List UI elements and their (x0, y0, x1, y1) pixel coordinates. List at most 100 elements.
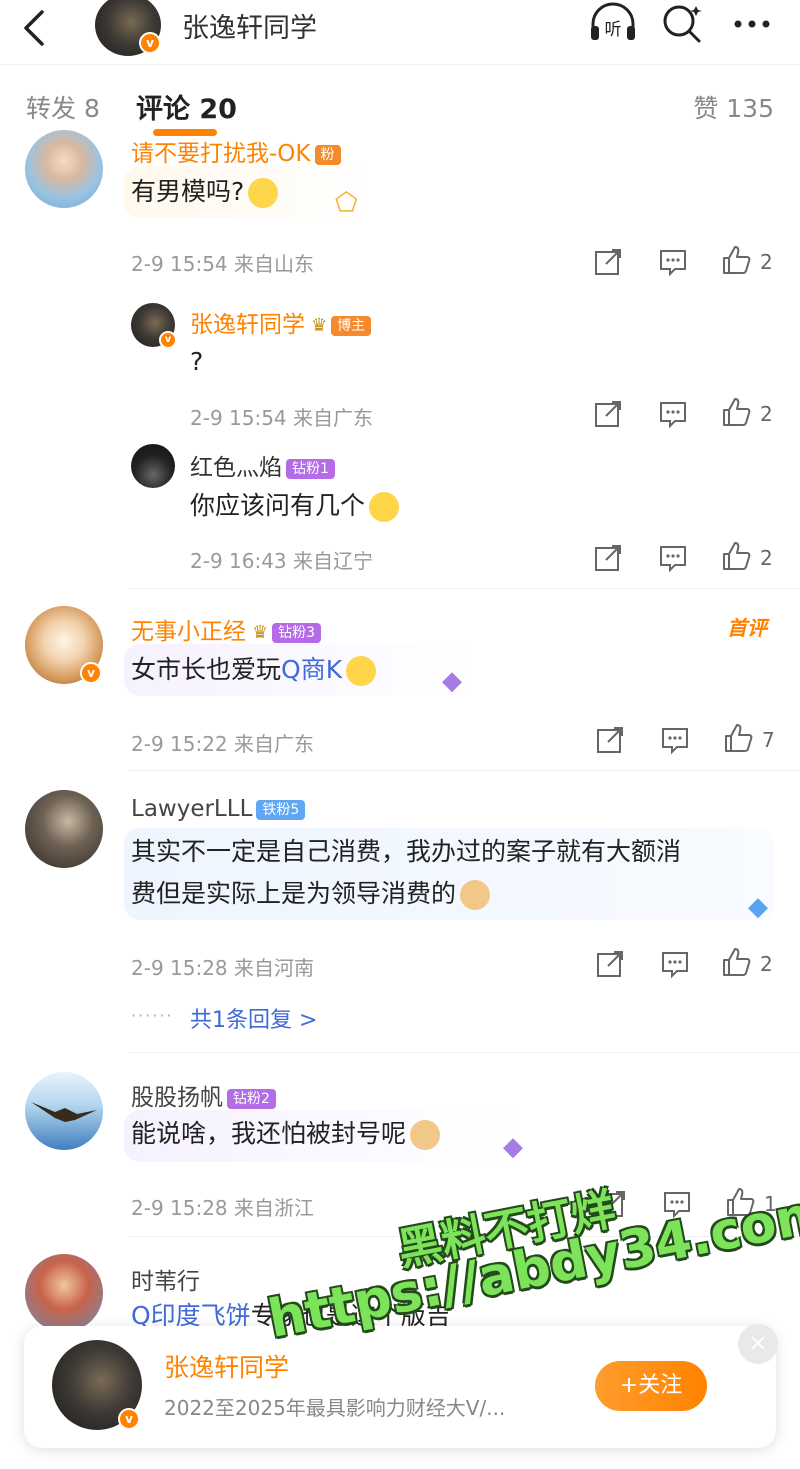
back-button[interactable] (18, 8, 52, 46)
avatar[interactable] (25, 130, 103, 208)
like-count: 2 (760, 250, 773, 274)
follow-description: 2022至2025年最具影响力财经大V/... (164, 1396, 506, 1420)
thinking-emoji-icon (369, 492, 400, 522)
author-name: 红色灬焰 (190, 455, 282, 481)
gold-gem-icon: ⬠ (335, 188, 358, 218)
reply-text-body: 你应该问有几个 (190, 491, 366, 520)
comment-text: 有男模吗? (131, 170, 279, 214)
fan-badge: 钻粉3 (272, 622, 322, 643)
follow-card: v 张逸轩同学 2022至2025年最具影响力财经大V/... +关注 × (24, 1324, 778, 1448)
reply-thread-dots: ······ (131, 1006, 174, 1025)
comment-text-line1: 其实不一定是自己消费，我办过的案子就有大额消 (131, 837, 682, 866)
fan-badge: 钻粉2 (227, 1088, 276, 1109)
search-button[interactable] (660, 2, 706, 43)
more-replies-link[interactable]: 共1条回复 > (190, 1002, 317, 1034)
blogger-badge: 博主 (331, 315, 372, 336)
comment-icon[interactable] (657, 542, 689, 574)
doge-emoji-icon (410, 1120, 441, 1150)
reply-avatar[interactable]: v (131, 303, 177, 349)
search-icon (663, 5, 702, 43)
doge-emoji-icon (460, 880, 491, 910)
author-name: 无事小正经 (131, 619, 246, 645)
top-bar: v 张逸轩同学 听 (0, 0, 800, 64)
comment-icon[interactable] (659, 948, 691, 980)
close-icon[interactable]: × (738, 1324, 778, 1364)
comment-text-body: 费但是实际上是为领导消费的 (131, 879, 457, 908)
reply-avatar[interactable] (131, 444, 175, 488)
tab-likes[interactable]: 赞 135 (693, 89, 774, 125)
divider (128, 1052, 800, 1053)
reply-meta: 2-9 15:54 来自广东 (190, 406, 374, 430)
tab-repost[interactable]: 转发 8 (26, 89, 100, 125)
more-button[interactable] (730, 2, 776, 42)
follow-button[interactable]: +关注 (595, 1361, 707, 1411)
comment-author[interactable]: 请不要打扰我-OK 粉 (131, 134, 341, 168)
purple-gem-icon: ◆ (503, 1132, 523, 1162)
crying-emoji-icon (346, 656, 377, 686)
header-avatar[interactable]: v (95, 0, 161, 56)
share-icon[interactable] (594, 724, 626, 756)
like-icon[interactable] (720, 946, 752, 978)
reply-text: ? (190, 347, 204, 376)
comment-author[interactable]: 股股扬帆 钻粉2 (131, 1078, 276, 1112)
comment-icon[interactable] (659, 724, 691, 756)
share-icon[interactable] (592, 542, 624, 574)
comment-text-line2: 费但是实际上是为领导消费的 (131, 872, 491, 916)
like-count: 7 (762, 728, 775, 752)
eagle-image (31, 1102, 97, 1122)
comment-author[interactable]: 无事小正经 ♛ 钻粉3 (131, 612, 322, 646)
crown-icon: ♛ (311, 315, 328, 336)
like-count: 2 (760, 546, 773, 570)
purple-gem-icon: ◆ (442, 666, 462, 696)
comment-text-body: 女市长也爱玩 (131, 655, 282, 684)
headphones-icon: 听 (591, 2, 635, 40)
comment-icon[interactable] (657, 398, 689, 430)
reply-author[interactable]: 张逸轩同学 ♛ 博主 (190, 305, 372, 339)
follow-avatar[interactable]: v (52, 1340, 142, 1430)
verified-icon: v (80, 662, 102, 684)
like-icon[interactable] (720, 244, 752, 276)
author-name: 张逸轩同学 (190, 312, 305, 338)
follow-name[interactable]: 张逸轩同学 (164, 1348, 289, 1384)
comment-text: 女市长也爱玩Q商K (131, 648, 377, 692)
like-count: 2 (760, 952, 773, 976)
chevron-left-icon (24, 10, 44, 46)
share-icon[interactable] (592, 398, 624, 430)
fan-badge: 粉 (314, 144, 341, 165)
more-dots-icon (734, 20, 770, 28)
verified-icon: v (118, 1408, 140, 1430)
comment-icon[interactable] (657, 246, 689, 278)
verified-icon: v (159, 331, 177, 349)
first-comment-tag: 首评 (727, 616, 767, 640)
tab-bar: 转发 8 评论 20 赞 135 (0, 64, 800, 146)
svg-text:听: 听 (605, 20, 622, 40)
fan-badge: 铁粉5 (256, 799, 306, 820)
avatar[interactable] (25, 1072, 103, 1150)
comment-text: 能说啥，我还怕被封号呢 (131, 1112, 441, 1156)
divider (128, 770, 800, 771)
crown-icon: ♛ (252, 622, 269, 643)
tab-comment[interactable]: 评论 20 (136, 87, 237, 126)
comment-meta: 2-9 15:28 来自河南 (131, 956, 315, 980)
search-link[interactable]: Q商K (281, 655, 342, 684)
like-count: 2 (760, 402, 773, 426)
comment-meta: 2-9 15:28 来自浙江 (131, 1196, 315, 1220)
listen-button[interactable]: 听 (588, 2, 635, 42)
comment-text-body: 有男模吗? (131, 177, 245, 206)
comment-author[interactable]: 时苇行 (131, 1262, 200, 1296)
share-icon[interactable] (594, 948, 626, 980)
reply-author[interactable]: 红色灬焰 钻粉1 (190, 448, 335, 482)
share-icon[interactable] (592, 246, 624, 278)
page-title: 张逸轩同学 (182, 13, 317, 44)
avatar[interactable] (25, 790, 103, 868)
like-icon[interactable] (720, 540, 752, 572)
author-name: 股股扬帆 (131, 1085, 223, 1111)
comment-author[interactable]: LawyerLLL 铁粉5 (131, 796, 306, 822)
like-icon[interactable] (720, 396, 752, 428)
comment-text-body: 能说啥，我还怕被封号呢 (131, 1119, 407, 1148)
fan-badge: 钻粉1 (286, 458, 335, 479)
comment-meta: 2-9 15:54 来自山东 (131, 252, 315, 276)
avatar[interactable] (25, 1254, 103, 1332)
like-icon[interactable] (722, 722, 754, 754)
reply-text: 你应该问有几个 (190, 484, 400, 528)
